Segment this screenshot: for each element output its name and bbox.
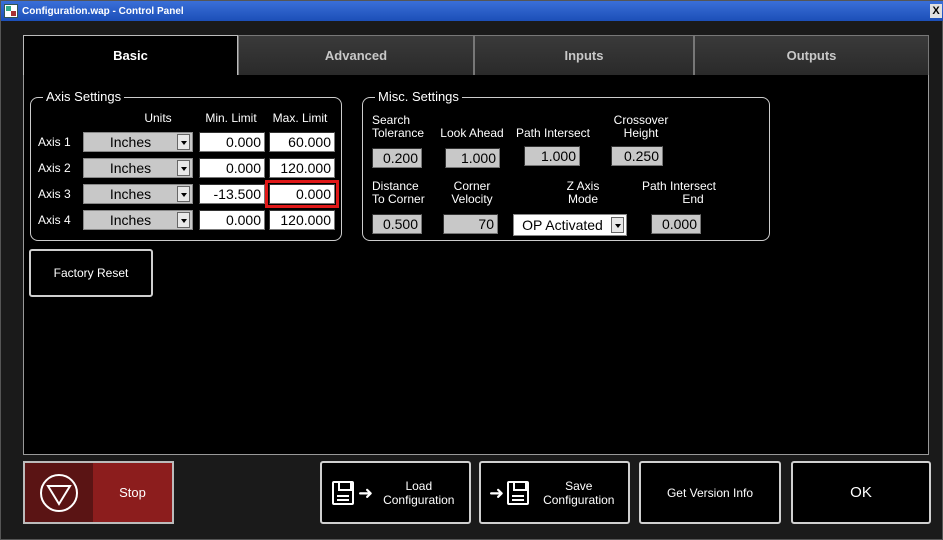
axis-2-min-field[interactable]: 0.000 bbox=[199, 158, 265, 178]
chevron-down-icon[interactable] bbox=[177, 212, 190, 228]
units-header: Units bbox=[144, 111, 172, 125]
axis-3-units-value: Inches bbox=[109, 186, 152, 202]
axis-4-label: Axis 4 bbox=[38, 213, 71, 227]
axis-settings-title: Axis Settings bbox=[43, 89, 125, 104]
axis-4-max-field[interactable]: 120.000 bbox=[269, 210, 335, 230]
path-intersect-end-label-2: End bbox=[682, 192, 704, 206]
axis-2-max-field[interactable]: 120.000 bbox=[269, 158, 335, 178]
axis-1-max-field[interactable]: 60.000 bbox=[269, 132, 335, 152]
chevron-down-icon[interactable] bbox=[177, 186, 190, 202]
axis-4-units-select[interactable]: Inches bbox=[83, 210, 193, 230]
chevron-down-icon[interactable] bbox=[177, 134, 190, 150]
axis-2-label: Axis 2 bbox=[38, 161, 71, 175]
tab-basic[interactable]: Basic bbox=[23, 35, 238, 75]
axis-3-label: Axis 3 bbox=[38, 187, 71, 201]
save-label-line-1: Save bbox=[565, 478, 593, 493]
arrow-right-icon: ➜ bbox=[358, 482, 374, 503]
chevron-down-icon[interactable] bbox=[177, 160, 190, 176]
axis-settings-group: Axis Settings Units Min. Limit Max. Limi… bbox=[30, 89, 342, 241]
axis-1-units-select[interactable]: Inches bbox=[83, 132, 193, 152]
load-label-line-1: Load bbox=[405, 478, 433, 493]
axis-2-units-value: Inches bbox=[109, 160, 152, 176]
corner-velocity-label-2: Velocity bbox=[451, 192, 493, 206]
basic-panel: Axis Settings Units Min. Limit Max. Limi… bbox=[23, 75, 929, 455]
load-configuration-label: Load Configuration bbox=[383, 479, 454, 507]
window-title: Configuration.wap - Control Panel bbox=[22, 5, 184, 17]
title-bar[interactable]: Configuration.wap - Control Panel X bbox=[1, 1, 943, 21]
search-tolerance-label-2: Tolerance bbox=[372, 126, 425, 140]
axis-3-units-select[interactable]: Inches bbox=[83, 184, 193, 204]
tab-inputs[interactable]: Inputs bbox=[474, 35, 694, 75]
save-configuration-button[interactable]: ➜ Save Configuration bbox=[479, 461, 630, 524]
control-panel-window: Configuration.wap - Control Panel X Basi… bbox=[0, 0, 943, 540]
bottom-toolbar: Stop ➜ Load Configuration ➜ Save Configu… bbox=[11, 457, 933, 529]
tab-outputs[interactable]: Outputs bbox=[694, 35, 929, 75]
tab-advanced[interactable]: Advanced bbox=[238, 35, 474, 75]
load-configuration-button[interactable]: ➜ Load Configuration bbox=[320, 461, 471, 524]
misc-settings-title: Misc. Settings bbox=[375, 89, 462, 104]
close-icon[interactable]: X bbox=[930, 4, 942, 18]
stop-icon bbox=[40, 473, 78, 512]
save-configuration-label: Save Configuration bbox=[543, 479, 614, 507]
misc-settings-group: Misc. Settings Search Tolerance 0.200 Lo… bbox=[362, 89, 770, 241]
get-version-info-button[interactable]: Get Version Info bbox=[639, 461, 781, 524]
axis-3-min-field[interactable]: -13.500 bbox=[199, 184, 265, 204]
axis-2-units-select[interactable]: Inches bbox=[83, 158, 193, 178]
crossover-height-field[interactable]: 0.250 bbox=[611, 146, 663, 166]
path-intersect-end-field[interactable]: 0.000 bbox=[651, 214, 701, 234]
crossover-height-label-2: Height bbox=[623, 126, 659, 140]
look-ahead-label: Look Ahead bbox=[440, 126, 504, 140]
axis-4-min-field[interactable]: 0.000 bbox=[199, 210, 265, 230]
search-tolerance-field[interactable]: 0.200 bbox=[372, 148, 422, 168]
axis-1-units-value: Inches bbox=[109, 134, 152, 150]
path-intersect-field[interactable]: 1.000 bbox=[524, 146, 580, 166]
distance-to-corner-label-2: To Corner bbox=[372, 192, 425, 206]
z-axis-mode-value: OP Activated bbox=[522, 217, 603, 233]
tab-bar: Basic Advanced Inputs Outputs bbox=[23, 35, 929, 75]
axis-4-units-value: Inches bbox=[109, 212, 152, 228]
axis-3-max-field[interactable]: 0.000 bbox=[265, 180, 339, 208]
path-intersect-label: Path Intersect bbox=[515, 126, 591, 140]
path-intersect-end-label-1: Path Intersect bbox=[641, 179, 717, 193]
axis-1-label: Axis 1 bbox=[38, 135, 71, 149]
floppy-disk-icon bbox=[507, 480, 530, 505]
stop-label: Stop bbox=[119, 485, 146, 500]
stop-icon-area bbox=[25, 463, 93, 522]
z-axis-mode-label-2: Mode bbox=[567, 192, 599, 206]
arrow-right-icon: ➜ bbox=[489, 482, 505, 503]
floppy-disk-icon bbox=[332, 480, 354, 505]
distance-to-corner-field[interactable]: 0.500 bbox=[372, 214, 422, 234]
load-label-line-2: Configuration bbox=[383, 492, 455, 507]
save-label-line-2: Configuration bbox=[543, 492, 615, 507]
max-limit-header: Max. Limit bbox=[272, 111, 328, 125]
chevron-down-icon[interactable] bbox=[611, 217, 624, 233]
corner-velocity-field[interactable]: 70 bbox=[443, 214, 498, 234]
factory-reset-button[interactable]: Factory Reset bbox=[29, 249, 153, 297]
app-icon bbox=[4, 4, 18, 18]
stop-button[interactable]: Stop bbox=[23, 461, 174, 524]
look-ahead-field[interactable]: 1.000 bbox=[445, 148, 500, 168]
z-axis-mode-select[interactable]: OP Activated bbox=[513, 214, 627, 236]
ok-button[interactable]: OK bbox=[791, 461, 931, 524]
axis-1-min-field[interactable]: 0.000 bbox=[199, 132, 265, 152]
min-limit-header: Min. Limit bbox=[205, 111, 257, 125]
